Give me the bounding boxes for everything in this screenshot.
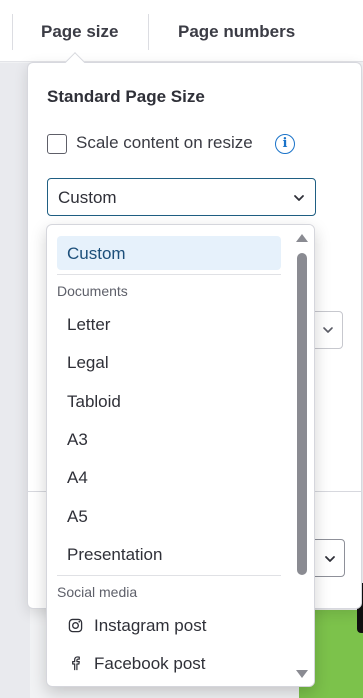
scale-content-label[interactable]: Scale content on resize [76,133,253,153]
tab-divider [148,14,149,50]
chevron-down-icon [325,556,335,562]
instagram-icon [68,618,83,633]
canvas-background [0,63,30,698]
panel-title: Standard Page Size [47,87,205,106]
scroll-up-arrow-icon[interactable] [295,233,309,243]
option-label: Instagram post [94,616,207,635]
option-presentation[interactable]: Presentation [47,537,297,571]
option-facebook-post[interactable]: Facebook post [47,646,297,680]
info-icon[interactable]: i [275,134,295,154]
divider [57,575,281,576]
option-label: Facebook post [94,654,206,673]
tab-page-numbers[interactable]: Page numbers [178,20,295,44]
option-label: A4 [67,468,88,487]
chevron-down-icon [294,195,304,201]
chevron-down-icon [323,327,333,333]
option-label: A5 [67,507,88,526]
page-size-dropdown[interactable]: Custom Documents Letter Legal Tabloid A3… [46,224,315,687]
option-a3[interactable]: A3 [47,422,297,456]
option-label: Tabloid [67,392,121,411]
select-value: Custom [58,188,117,207]
option-tabloid[interactable]: Tabloid [47,384,297,418]
option-a5[interactable]: A5 [47,499,297,533]
option-label: Presentation [67,545,163,564]
option-label: Legal [67,353,109,372]
scrollbar-thumb[interactable] [297,253,307,575]
facebook-icon [72,656,80,671]
option-instagram-post[interactable]: Instagram post [47,608,297,642]
option-custom[interactable]: Custom [57,236,281,270]
group-label-documents: Documents [57,283,128,299]
tab-page-size[interactable]: Page size [41,20,119,44]
option-label: Letter [67,315,111,334]
group-label-social-media: Social media [57,584,138,600]
divider [57,274,281,275]
top-tab-bar: Page size Page numbers [0,0,363,62]
option-a4[interactable]: A4 [47,460,297,494]
option-letter[interactable]: Letter [47,307,297,341]
option-label: A3 [67,430,88,449]
option-legal[interactable]: Legal [47,345,297,379]
scroll-down-arrow-icon[interactable] [295,669,309,679]
page-size-select[interactable]: Custom [47,178,316,216]
scale-content-checkbox[interactable] [47,134,67,154]
tab-divider [12,14,13,50]
option-label: Custom [67,244,126,263]
